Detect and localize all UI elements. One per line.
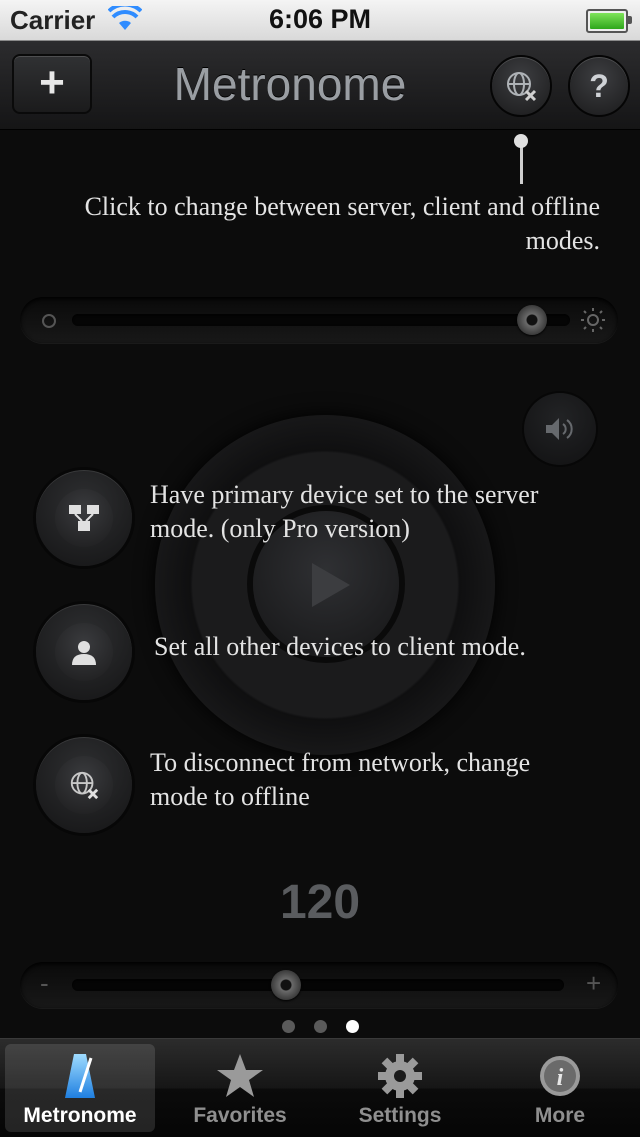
client-mode-button[interactable] xyxy=(36,604,132,700)
tempo-increase-button[interactable]: + xyxy=(586,968,601,999)
page-dot xyxy=(282,1020,295,1033)
help-button[interactable]: ? xyxy=(568,55,630,117)
brightness-icon xyxy=(581,308,605,332)
volume-slider-knob[interactable] xyxy=(516,305,547,335)
page-dot xyxy=(314,1020,327,1033)
nav-bar: + Metronome ? xyxy=(0,41,640,130)
tab-settings[interactable]: Settings xyxy=(325,1044,475,1132)
network-server-icon xyxy=(69,505,99,531)
status-bar: Carrier 6:06 PM xyxy=(0,0,640,41)
play-icon xyxy=(312,563,350,607)
globe-offline-icon xyxy=(507,72,537,102)
tab-bar: Metronome Favorites Settings i More xyxy=(0,1038,640,1137)
tab-favorites[interactable]: Favorites xyxy=(165,1044,315,1132)
tempo-value: 120 xyxy=(279,876,361,929)
globe-offline-icon xyxy=(70,771,99,800)
client-mode-hint: Set all other devices to client mode. xyxy=(154,632,526,661)
tempo-decrease-button[interactable]: - xyxy=(40,968,49,999)
tab-label: Metronome xyxy=(23,1104,137,1127)
offline-mode-button[interactable] xyxy=(36,737,132,833)
svg-text:i: i xyxy=(557,1065,564,1091)
page-dot-active xyxy=(346,1020,359,1033)
speaker-icon xyxy=(546,418,573,440)
tab-label: More xyxy=(534,1104,586,1127)
slider-min-icon xyxy=(42,314,56,328)
hint-pointer-head xyxy=(514,134,528,148)
tab-metronome[interactable]: Metronome xyxy=(5,1044,155,1132)
clock: 6:06 PM xyxy=(268,4,372,34)
page-indicator[interactable] xyxy=(280,1020,360,1034)
person-icon xyxy=(72,641,96,665)
slider-groove xyxy=(72,314,570,326)
tempo-slider-knob[interactable] xyxy=(270,970,301,1000)
offline-mode-hint: To disconnect from network, change mode … xyxy=(150,748,531,811)
volume-slider[interactable] xyxy=(20,297,618,343)
slider-groove xyxy=(72,979,564,991)
tab-label: Settings xyxy=(358,1104,442,1127)
tempo-slider[interactable]: - + xyxy=(20,962,618,1008)
server-mode-button[interactable] xyxy=(36,470,132,566)
server-mode-hint: Have primary device set to the server mo… xyxy=(150,480,539,543)
battery-icon xyxy=(586,9,632,33)
tab-label: Favorites xyxy=(193,1104,287,1127)
gear-icon xyxy=(378,1054,422,1098)
sound-toggle-button[interactable] xyxy=(524,393,596,465)
info-icon: i xyxy=(540,1056,580,1096)
metronome-icon xyxy=(65,1054,95,1098)
star-icon xyxy=(217,1054,263,1097)
mode-switch-hint: Click to change between server, client a… xyxy=(84,192,600,255)
tab-more[interactable]: i More xyxy=(485,1044,635,1132)
network-mode-button[interactable] xyxy=(490,55,552,117)
